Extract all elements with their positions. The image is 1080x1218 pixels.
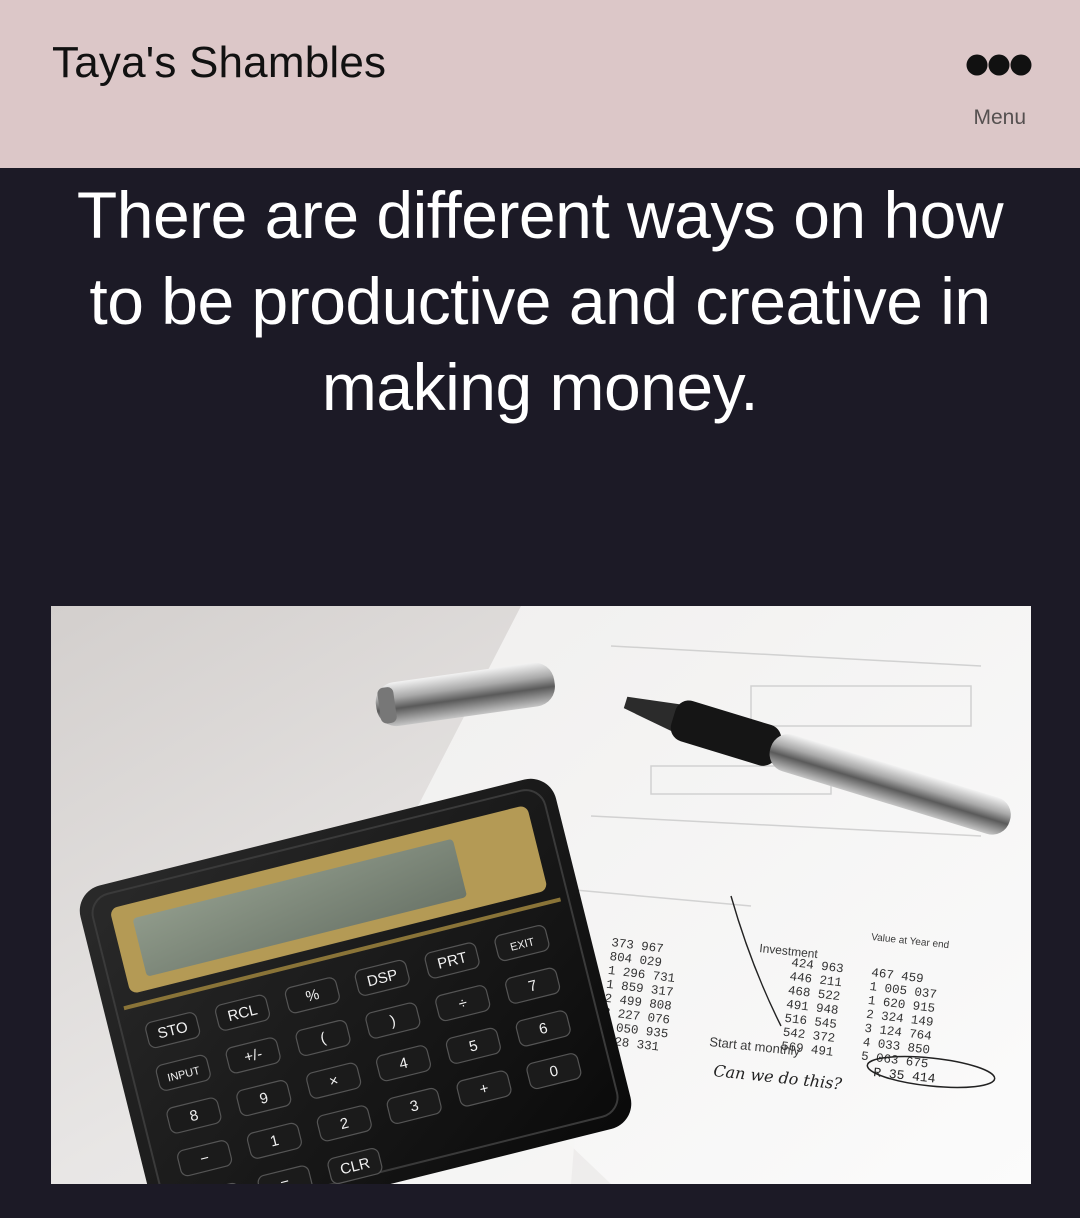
menu-label: Menu [973, 106, 1026, 129]
hero-image: Investment Value at Year end Start at mo… [51, 606, 1031, 1184]
menu-button[interactable]: Menu [950, 44, 1040, 144]
site-title-link[interactable]: Taya's Shambles [52, 38, 386, 88]
site-header: Taya's Shambles Menu [0, 0, 1080, 168]
page-headline: There are different ways on how to be pr… [76, 178, 1004, 424]
more-dots-icon [966, 54, 1032, 76]
